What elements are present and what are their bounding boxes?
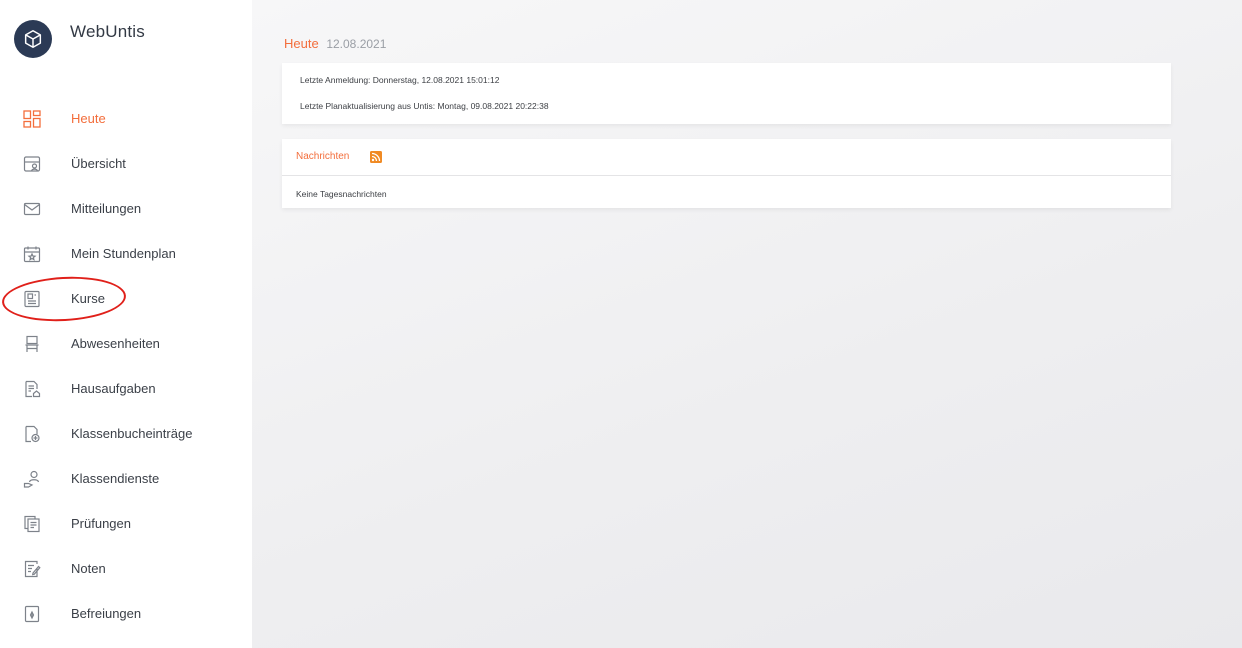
brand[interactable]: WebUntis <box>14 20 145 58</box>
sidebar-item-label: Übersicht <box>71 156 126 171</box>
mail-icon <box>23 200 41 218</box>
sidebar-item-label: Klassendienste <box>71 471 160 486</box>
sidebar-item-noten[interactable]: Noten <box>0 546 252 591</box>
sidebar-item-klassenbucheintraege[interactable]: Klassenbucheinträge <box>0 411 252 456</box>
sidebar-item-label: Mitteilungen <box>71 201 142 216</box>
sidebar-item-label: Noten <box>71 561 106 576</box>
rss-icon[interactable] <box>370 150 382 163</box>
homework-icon <box>23 380 41 398</box>
sidebar: WebUntis Heute Übersicht Mitteilungen Me… <box>0 0 252 648</box>
sidebar-item-label: Heute <box>71 111 106 126</box>
sidebar-item-klassendienste[interactable]: Klassendienste <box>0 456 252 501</box>
page-title: Heute 12.08.2021 <box>284 36 386 51</box>
sidebar-item-label: Hausaufgaben <box>71 381 156 396</box>
sidebar-item-label: Prüfungen <box>71 516 131 531</box>
sidebar-item-uebersicht[interactable]: Übersicht <box>0 141 252 186</box>
sidebar-item-label: Mein Stundenplan <box>71 246 176 261</box>
app-name: WebUntis <box>70 22 145 41</box>
main-content: Heute 12.08.2021 Letzte Anmeldung: Donne… <box>252 0 1242 648</box>
page-date: 12.08.2021 <box>326 37 387 51</box>
webuntis-app: WebUntis Heute Übersicht Mitteilungen Me… <box>0 0 1242 648</box>
sidebar-item-mitteilungen[interactable]: Mitteilungen <box>0 186 252 231</box>
page-title-text: Heute <box>284 36 319 51</box>
sidebar-item-label: Abwesenheiten <box>71 336 160 351</box>
sidebar-item-heute[interactable]: Heute <box>0 96 252 141</box>
news-card-header: Nachrichten <box>282 139 1171 176</box>
chair-icon <box>23 335 41 353</box>
last-login-text: Letzte Anmeldung: Donnerstag, 12.08.2021… <box>300 75 500 85</box>
last-update-text: Letzte Planaktualisierung aus Untis: Mon… <box>300 101 549 111</box>
classbook-entry-icon <box>23 425 41 443</box>
sidebar-item-pruefungen[interactable]: Prüfungen <box>0 501 252 546</box>
dashboard-grid-icon <box>23 109 41 128</box>
exams-icon <box>23 515 41 533</box>
overview-icon <box>23 155 41 173</box>
news-empty-message: Keine Tagesnachrichten <box>296 189 387 199</box>
news-card: Nachrichten Keine Tagesnachrichten <box>282 139 1171 208</box>
grades-icon <box>23 560 41 578</box>
sidebar-item-mein-stundenplan[interactable]: Mein Stundenplan <box>0 231 252 276</box>
sidebar-item-label: Klassenbucheinträge <box>71 426 193 441</box>
login-info-card: Letzte Anmeldung: Donnerstag, 12.08.2021… <box>282 63 1171 124</box>
sidebar-nav: Heute Übersicht Mitteilungen Mein Stunde… <box>0 96 252 636</box>
class-service-icon <box>23 470 41 488</box>
exemption-icon <box>23 605 41 623</box>
cube-icon <box>14 20 52 58</box>
calendar-star-icon <box>23 245 41 263</box>
sidebar-item-label: Befreiungen <box>71 606 142 621</box>
sidebar-item-abwesenheiten[interactable]: Abwesenheiten <box>0 321 252 366</box>
sidebar-item-befreiungen[interactable]: Befreiungen <box>0 591 252 636</box>
news-title: Nachrichten <box>296 151 350 162</box>
sidebar-item-hausaufgaben[interactable]: Hausaufgaben <box>0 366 252 411</box>
